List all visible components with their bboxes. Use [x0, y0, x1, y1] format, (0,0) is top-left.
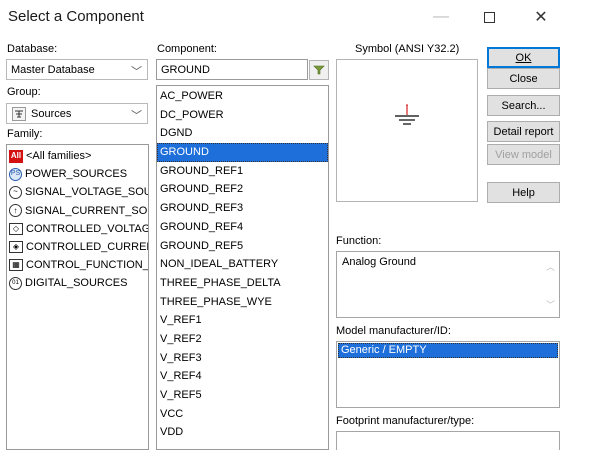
component-item[interactable]: V_REF2	[157, 330, 328, 349]
component-item[interactable]: V_REF5	[157, 386, 328, 405]
component-item[interactable]: GROUND_REF5	[157, 237, 328, 256]
model-manufacturer-item-selected[interactable]: Generic / EMPTY	[338, 343, 558, 358]
power-sources-icon: PS	[9, 167, 22, 181]
database-select[interactable]: Master Database ﹀	[6, 59, 148, 80]
family-list[interactable]: All <All families> PS POWER_SOURCES ~ SI…	[6, 144, 149, 450]
component-item[interactable]: V_REF3	[157, 349, 328, 368]
all-families-icon: All	[9, 149, 23, 163]
controlled-current-icon: ◈	[9, 241, 23, 254]
title-bar: Select a Component — ✕	[0, 0, 600, 34]
symbol-label: Symbol (ANSI Y32.2)	[355, 43, 460, 55]
component-item[interactable]: THREE_PHASE_DELTA	[157, 274, 328, 293]
maximize-button[interactable]	[466, 0, 512, 34]
chevron-up-icon[interactable]: ︿	[546, 260, 555, 273]
component-item[interactable]: GROUND_REF4	[157, 218, 328, 237]
family-item[interactable]: ◇ CONTROLLED_VOLTAGE	[7, 220, 148, 238]
digital-sources-icon: 01	[9, 276, 22, 290]
component-list[interactable]: AC_POWER DC_POWER DGND GROUND GROUND_REF…	[156, 85, 329, 450]
component-item[interactable]: NON_IDEAL_BATTERY	[157, 255, 328, 274]
component-search-value: GROUND	[161, 64, 210, 76]
view-model-button[interactable]: View model	[487, 144, 560, 165]
close-button[interactable]: Close	[487, 68, 560, 89]
help-button[interactable]: Help	[487, 182, 560, 203]
component-item-selected[interactable]: GROUND	[157, 143, 328, 162]
function-textbox: Analog Ground ︿ ﹀	[336, 251, 560, 318]
group-sources-icon	[12, 107, 26, 124]
function-scrollbar[interactable]: ︿ ﹀	[542, 252, 559, 317]
component-label: Component:	[157, 43, 217, 55]
symbol-preview	[336, 59, 478, 202]
component-item[interactable]: GROUND_REF3	[157, 199, 328, 218]
window-title: Select a Component	[8, 8, 144, 25]
component-item[interactable]: DGND	[157, 124, 328, 143]
signal-voltage-icon: ~	[9, 185, 22, 199]
component-item[interactable]: GROUND_REF2	[157, 180, 328, 199]
family-item[interactable]: ◈ CONTROLLED_CURRENT	[7, 238, 148, 256]
component-item[interactable]: DC_POWER	[157, 106, 328, 125]
minimize-button[interactable]: —	[418, 0, 464, 34]
group-value: Sources	[31, 108, 72, 120]
family-item[interactable]: PS POWER_SOURCES	[7, 165, 148, 183]
component-item[interactable]: VCC	[157, 405, 328, 424]
filter-icon	[313, 65, 325, 75]
component-item[interactable]: AC_POWER	[157, 87, 328, 106]
family-item[interactable]: ↑ SIGNAL_CURRENT_SOU	[7, 202, 148, 220]
controlled-voltage-icon: ◇	[9, 222, 23, 235]
footprint-label: Footprint manufacturer/type:	[336, 415, 475, 427]
component-item[interactable]: THREE_PHASE_WYE	[157, 293, 328, 312]
signal-current-icon: ↑	[9, 204, 22, 218]
family-item[interactable]: 01 DIGITAL_SOURCES	[7, 274, 148, 292]
ground-symbol-icon	[395, 104, 419, 125]
component-search-input[interactable]: GROUND	[156, 59, 308, 80]
family-label: Family:	[7, 128, 43, 140]
function-value: Analog Ground	[342, 256, 416, 268]
function-label: Function:	[336, 235, 382, 247]
ok-button[interactable]: OK	[487, 47, 560, 68]
footprint-list[interactable]	[336, 431, 560, 450]
detail-report-button[interactable]: Detail report	[487, 121, 560, 142]
database-label: Database:	[7, 43, 58, 55]
minimize-icon: —	[433, 8, 449, 25]
chevron-down-icon[interactable]: ﹀	[546, 298, 555, 311]
group-label: Group:	[7, 86, 41, 98]
model-manufacturer-list[interactable]: Generic / EMPTY	[336, 341, 560, 408]
component-item[interactable]: VDD	[157, 423, 328, 442]
family-item[interactable]: ▦ CONTROL_FUNCTION_E	[7, 256, 148, 274]
filter-button[interactable]	[309, 60, 329, 80]
maximize-icon	[483, 11, 495, 23]
database-value: Master Database	[11, 64, 95, 76]
component-item[interactable]: V_REF1	[157, 311, 328, 330]
close-icon: ✕	[534, 9, 548, 26]
chevron-down-icon: ﹀	[131, 66, 142, 78]
component-item[interactable]: GROUND_REF1	[157, 162, 328, 181]
close-window-button[interactable]: ✕	[518, 0, 564, 34]
component-item[interactable]: V_REF4	[157, 367, 328, 386]
control-function-icon: ▦	[9, 259, 23, 272]
search-button[interactable]: Search...	[487, 95, 560, 116]
family-item[interactable]: All <All families>	[7, 147, 148, 165]
group-select[interactable]: Sources ﹀	[6, 103, 148, 124]
chevron-down-icon: ﹀	[131, 110, 142, 122]
model-manufacturer-label: Model manufacturer/ID:	[336, 325, 451, 337]
family-item[interactable]: ~ SIGNAL_VOLTAGE_SOU	[7, 183, 148, 201]
